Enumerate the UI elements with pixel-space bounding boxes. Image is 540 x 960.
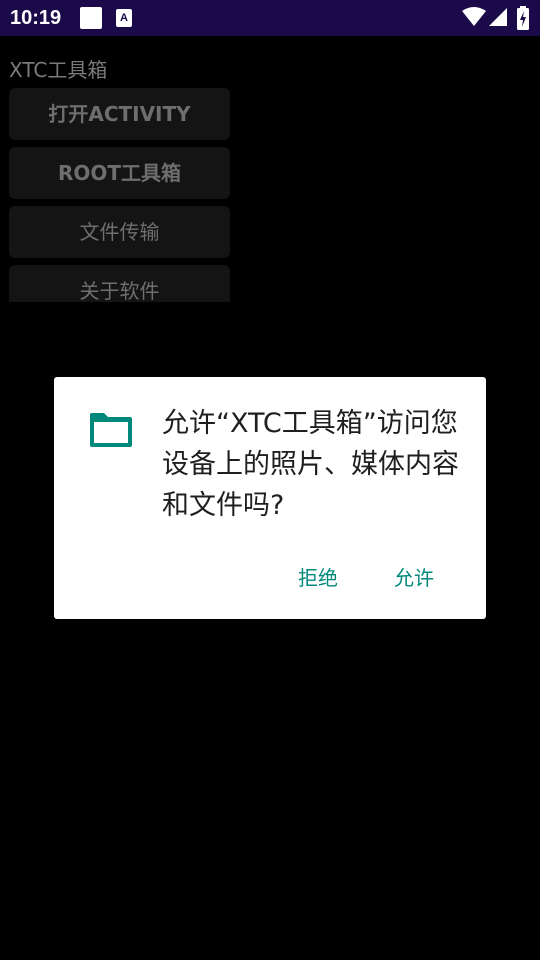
battery-charging-icon — [517, 6, 529, 30]
wifi-icon — [462, 7, 486, 26]
notification-a-icon: A — [116, 9, 132, 27]
root-toolbox-button[interactable]: ROOT工具箱 — [9, 147, 230, 199]
allow-button[interactable]: 允许 — [390, 560, 438, 596]
permission-dialog: 允许“XTC工具箱”访问您设备上的照片、媒体内容和文件吗? 拒绝 允许 — [54, 377, 486, 619]
app-title: XTC工具箱 — [9, 58, 108, 82]
status-time: 10:19 — [10, 7, 62, 29]
folder-icon — [90, 413, 132, 447]
status-bar: 10:19 A — [0, 0, 540, 36]
signal-icon — [489, 8, 507, 26]
deny-button[interactable]: 拒绝 — [294, 560, 342, 596]
file-transfer-button[interactable]: 文件传输 — [9, 206, 230, 258]
about-software-button[interactable]: 关于软件 — [9, 265, 230, 302]
notification-square-icon — [80, 7, 102, 29]
dialog-message: 允许“XTC工具箱”访问您设备上的照片、媒体内容和文件吗? — [162, 408, 459, 521]
open-activity-button[interactable]: 打开ACTIVITY — [9, 88, 230, 140]
app-content: XTC工具箱 打开ACTIVITY ROOT工具箱 文件传输 关于软件 — [0, 36, 540, 302]
